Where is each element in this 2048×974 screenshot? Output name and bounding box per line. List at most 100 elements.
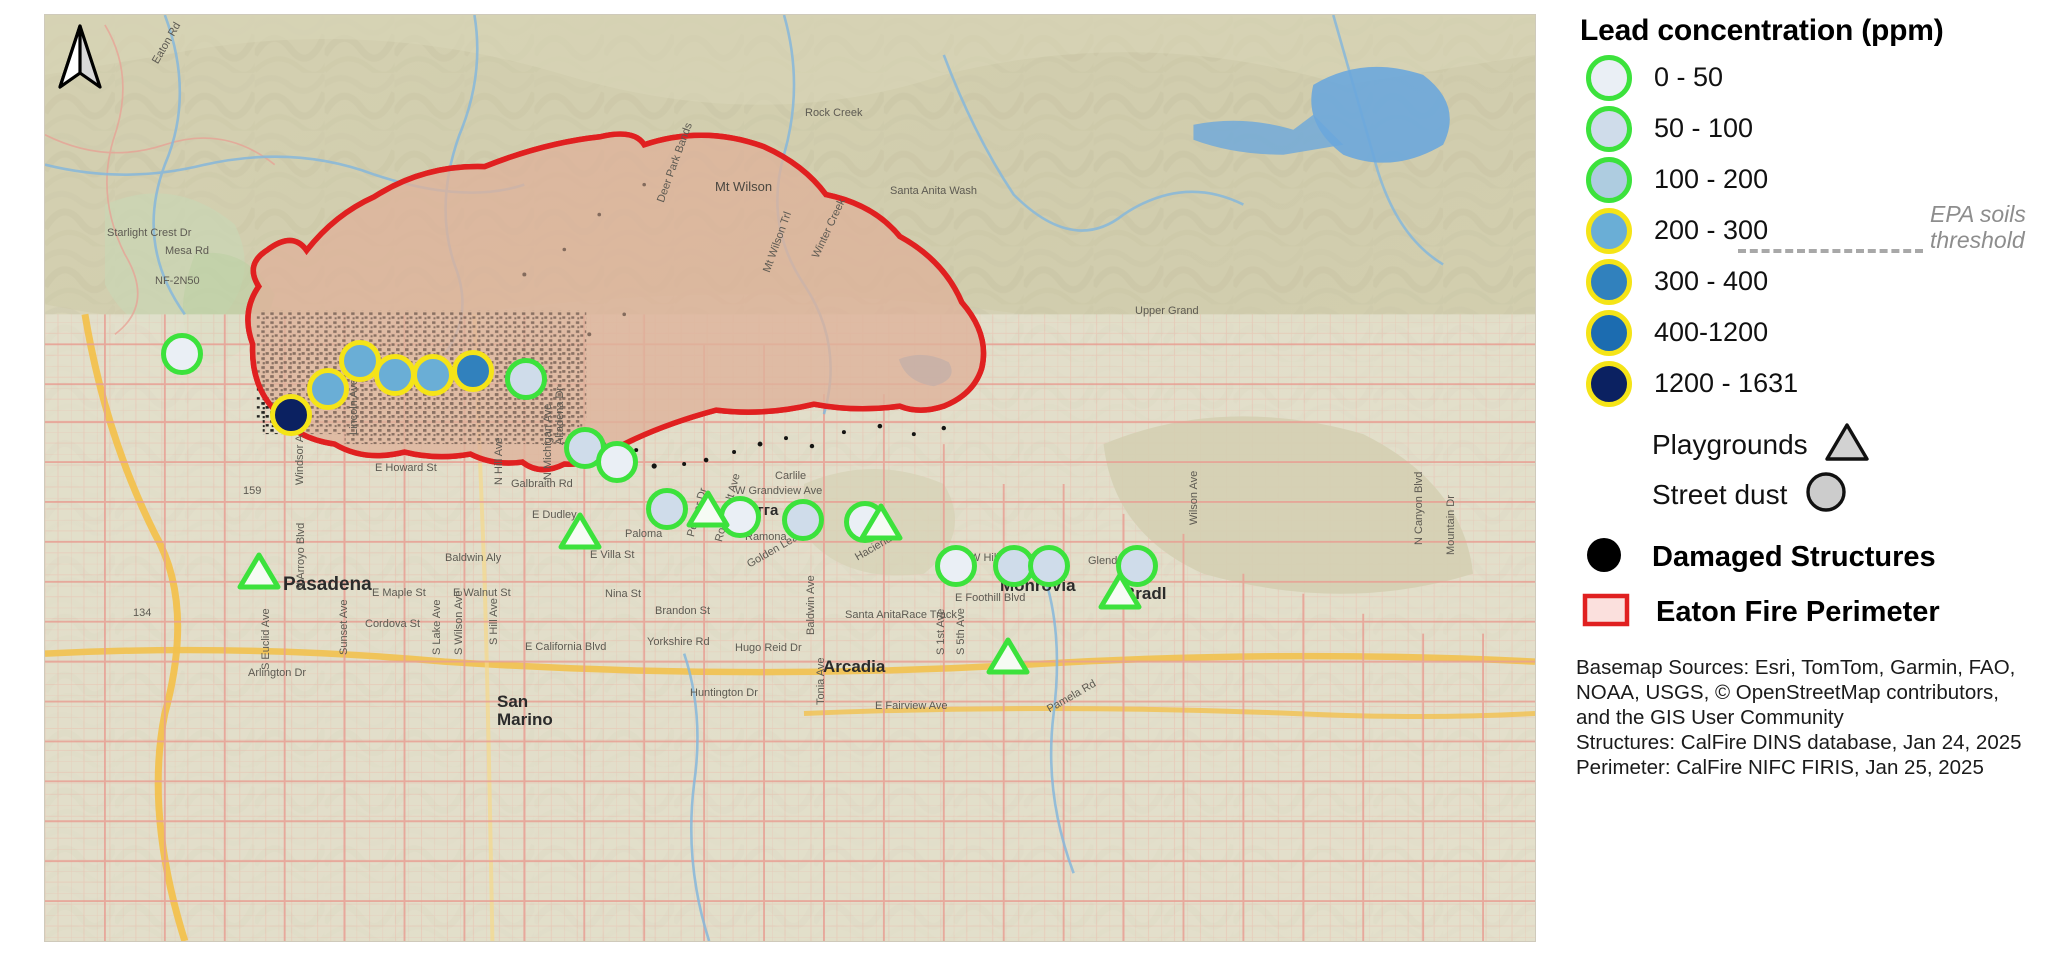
road-label: Baldwin Aly <box>445 552 502 564</box>
source-line: and the GIS User Community <box>1576 706 1844 729</box>
legend-class-label: 1200 - 1631 <box>1654 368 1799 398</box>
legend-class-swatch-icon <box>1586 54 1632 101</box>
soil-sample-marker[interactable] <box>452 350 494 392</box>
soil-sample-marker[interactable] <box>307 368 349 410</box>
road-label: Yorkshire Rd <box>647 636 710 648</box>
road-label: Sunset Ave <box>338 599 350 655</box>
playground-marker[interactable] <box>686 489 730 534</box>
road-label: Lincoln Ave <box>348 378 360 435</box>
road-label: E Foothill Blvd <box>955 592 1026 604</box>
legend-class-label: 0 - 50 <box>1654 62 1724 92</box>
source-line: Perimeter: CalFire NIFC FIRIS, Jan 25, 2… <box>1576 756 1984 779</box>
road-label: Arlington Dr <box>248 667 307 679</box>
road-label: E Fairview Ave <box>875 700 948 712</box>
road-label: Huntington Dr <box>690 687 758 699</box>
soil-sample-marker[interactable] <box>505 358 547 400</box>
legend-class-label: 300 - 400 <box>1654 266 1769 296</box>
road-label: S Hill Ave <box>488 598 500 645</box>
source-line: Structures: CalFire DINS database, Jan 2… <box>1576 731 2022 754</box>
legend-class-row: 300 - 400 <box>1586 256 2040 307</box>
street-dust-circle-icon <box>1803 470 1849 519</box>
road-label: N Michigan Ave <box>542 403 554 480</box>
legend-class-swatch-icon <box>1586 156 1632 203</box>
legend-street-dust-label: Street dust <box>1652 478 1788 510</box>
soil-sample-marker[interactable] <box>374 354 416 396</box>
road-label: 134 <box>133 607 152 619</box>
road-label: S 1st Ave <box>935 608 947 655</box>
road-label: S Wilson Ave <box>453 590 465 655</box>
road-label: S Lake Ave <box>431 599 443 655</box>
legend-damaged-structures-label: Damaged Structures <box>1652 541 1936 573</box>
soil-sample-marker[interactable] <box>270 394 312 436</box>
damaged-structure-dot-icon <box>1582 533 1626 582</box>
legend-class-swatch-icon <box>1586 360 1632 407</box>
legend-class-label: 100 - 200 <box>1654 164 1769 194</box>
road-label: S 5th Ave <box>955 608 967 655</box>
city-label: Mt Wilson <box>715 179 773 194</box>
road-label: Upper Grand <box>1135 305 1199 317</box>
legend-title: Lead concentration (ppm) <box>1580 14 1944 47</box>
legend-sources-text: Basemap Sources: Esri, TomTom, Garmin, F… <box>1576 655 2040 780</box>
road-label: Tonia Ave <box>815 657 827 705</box>
legend-class-row: 50 - 100 <box>1586 103 2040 154</box>
legend-class-swatch-icon <box>1586 309 1632 356</box>
road-label: Starlight Crest Dr <box>107 227 192 239</box>
soil-sample-marker[interactable] <box>161 333 203 375</box>
road-label: Carlile <box>775 470 807 482</box>
road-label: Santa Anita Wash <box>890 185 978 197</box>
road-label: Brandon St <box>655 605 711 617</box>
legend-fire-perimeter-label: Eaton Fire Perimeter <box>1656 596 1940 628</box>
soil-sample-marker[interactable] <box>412 354 454 396</box>
road-label: Paloma <box>625 528 663 540</box>
legend-playgrounds-row: Playgrounds <box>1652 421 2040 468</box>
city-label: Arcadia <box>823 657 886 676</box>
legend-class-swatch-icon <box>1586 207 1632 254</box>
legend-class-row: 1200 - 1631 <box>1586 358 2040 409</box>
legend-class-row: 200 - 300 <box>1586 205 2040 256</box>
road-label: Mountain Dr <box>1445 495 1457 555</box>
playground-marker[interactable] <box>986 636 1030 681</box>
map-figure: Mt Wilson Pasadena Monrovia Arcadia San Mari… <box>0 0 2048 974</box>
playground-marker[interactable] <box>558 511 602 556</box>
soil-sample-marker[interactable] <box>935 545 977 587</box>
soil-sample-marker[interactable] <box>1028 545 1070 587</box>
playground-marker[interactable] <box>859 502 903 547</box>
road-label: W Grandview Ave <box>735 485 823 497</box>
legend-class-list: EPA soils threshold 0 - 50 50 - 100 100 - … <box>1560 52 2040 409</box>
legend-fire-perimeter-row: Eaton Fire Perimeter <box>1582 592 2040 633</box>
legend-class-row: 400-1200 <box>1586 307 2040 358</box>
road-label: Mesa Rd <box>165 245 210 257</box>
road-label: N Canyon Blvd <box>1413 471 1425 545</box>
playground-marker[interactable] <box>1098 571 1142 616</box>
legend-playgrounds-label: Playgrounds <box>1652 428 1808 460</box>
city-label: San Marino <box>497 692 553 729</box>
north-arrow-icon <box>57 23 103 98</box>
legend-class-row: 100 - 200 <box>1586 154 2040 205</box>
road-label: Nina St <box>605 588 642 600</box>
road-label: E California Blvd <box>525 641 607 653</box>
playground-triangle-icon <box>1824 421 1870 468</box>
playground-marker[interactable] <box>237 551 281 596</box>
road-label: S Euclid Ave <box>260 608 272 670</box>
road-label: Altadena Dr <box>554 386 566 445</box>
legend-class-label: 200 - 300 <box>1654 215 1769 245</box>
legend-street-dust-row: Street dust <box>1652 470 2040 519</box>
legend-class-swatch-icon <box>1586 105 1632 152</box>
legend-class-swatch-icon <box>1586 258 1632 305</box>
road-label: Wilson Ave <box>1188 470 1200 525</box>
road-label: 159 <box>243 485 262 497</box>
soil-sample-marker[interactable] <box>596 441 638 483</box>
fire-perimeter-swatch-icon <box>1582 592 1630 633</box>
road-label: E Maple St <box>372 587 426 599</box>
road-label: N Hill Ave <box>493 437 505 485</box>
soil-sample-marker[interactable] <box>782 499 824 541</box>
legend-class-label: 400-1200 <box>1654 317 1769 347</box>
legend-damaged-structures-row: Damaged Structures <box>1582 533 2040 582</box>
soil-sample-marker[interactable] <box>646 488 688 530</box>
legend-panel: Lead concentration (ppm) EPA soils thres… <box>1560 8 2040 958</box>
road-label: Cordova St <box>365 618 421 630</box>
road-label: NF-2N50 <box>155 275 200 287</box>
legend-class-label: 50 - 100 <box>1654 113 1754 143</box>
source-line: NOAA, USGS, © OpenStreetMap contributors… <box>1576 681 1999 704</box>
map-panel[interactable]: Mt Wilson Pasadena Monrovia Arcadia San Mari… <box>44 14 1536 942</box>
